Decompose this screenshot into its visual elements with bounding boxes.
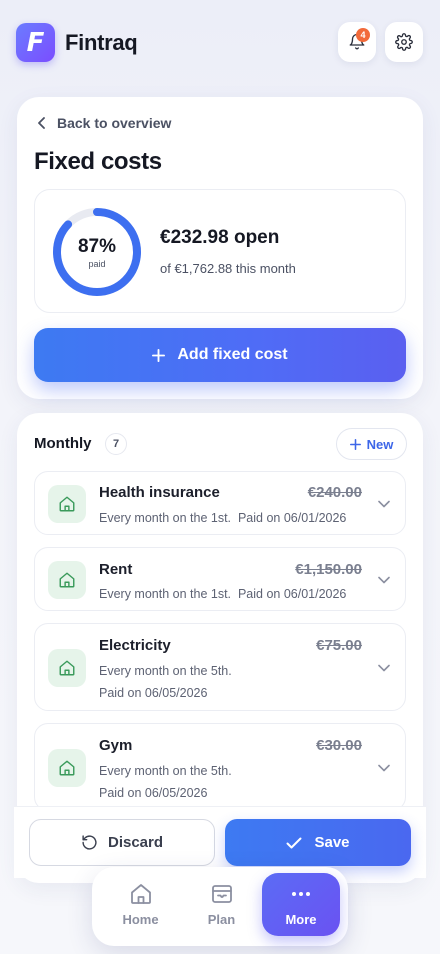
progress-ring-label: 87% paid xyxy=(51,206,143,298)
new-item-button[interactable]: New xyxy=(336,428,407,460)
undo-icon xyxy=(82,835,97,850)
item-count-badge: 7 xyxy=(105,433,127,455)
chevron-down-icon[interactable] xyxy=(378,500,390,508)
discard-button[interactable]: Discard xyxy=(29,819,215,866)
item-amount: €240.00 xyxy=(307,484,362,501)
nav-home[interactable]: Home xyxy=(102,873,179,936)
progress-percent: 87% xyxy=(77,235,117,257)
app-header: F Fintraq 4 xyxy=(0,0,440,86)
brand-name: Fintraq xyxy=(65,30,138,55)
home-category-icon xyxy=(48,561,86,599)
back-link[interactable]: Back to overview xyxy=(37,115,171,131)
section-title: Monthly xyxy=(34,435,92,452)
add-fixed-cost-label: Add fixed cost xyxy=(177,346,288,363)
discard-label: Discard xyxy=(107,834,164,851)
item-paid-date: Paid on 06/05/2026 xyxy=(99,686,208,700)
item-name: Electricity xyxy=(99,637,171,654)
new-item-label: New xyxy=(366,436,394,452)
home-icon xyxy=(130,884,151,904)
home-category-icon xyxy=(48,485,86,523)
fixed-costs-card: Back to overview Fixed costs 87% paid €2… xyxy=(17,97,423,399)
logo-letter: F xyxy=(26,27,45,58)
payment-summary: 87% paid €232.98 open of €1,762.88 this … xyxy=(34,189,406,313)
page-title: Fixed costs xyxy=(34,148,162,175)
chevron-down-icon[interactable] xyxy=(378,664,390,672)
save-button[interactable]: Save xyxy=(225,819,411,866)
chevron-left-icon xyxy=(38,117,45,129)
chevron-down-icon[interactable] xyxy=(378,764,390,772)
back-label: Back to overview xyxy=(57,115,172,131)
nav-more[interactable]: More xyxy=(262,873,340,936)
item-amount: €30.00 xyxy=(316,737,362,754)
list-item[interactable]: Health insurance €240.00 Every month on … xyxy=(34,471,406,535)
list-item[interactable]: Rent €1,150.00 Every month on the 1st. P… xyxy=(34,547,406,611)
plus-icon xyxy=(349,438,361,450)
home-category-icon xyxy=(48,649,86,687)
settings-button[interactable] xyxy=(385,22,423,62)
nav-more-label: More xyxy=(285,912,317,927)
more-dots-icon xyxy=(292,892,310,896)
item-name: Gym xyxy=(99,737,133,754)
bottom-navigation: Home Plan More xyxy=(92,867,348,946)
inbox-icon xyxy=(211,885,232,903)
home-category-icon xyxy=(48,749,86,787)
chevron-down-icon[interactable] xyxy=(378,576,390,584)
item-schedule: Every month on the 5th. xyxy=(99,664,232,678)
save-label: Save xyxy=(314,834,350,851)
progress-caption: paid xyxy=(88,258,106,269)
nav-plan[interactable]: Plan xyxy=(183,873,260,936)
gear-icon xyxy=(395,33,413,51)
monthly-total: of €1,762.88 this month xyxy=(160,261,296,276)
open-amount: €232.98 open xyxy=(160,227,280,248)
list-item[interactable]: Gym €30.00 Every month on the 5th. Paid … xyxy=(34,723,406,811)
item-amount: €1,150.00 xyxy=(295,561,362,578)
item-schedule: Every month on the 1st. Paid on 06/01/20… xyxy=(99,511,347,525)
nav-home-label: Home xyxy=(122,912,159,927)
item-schedule: Every month on the 1st. Paid on 06/01/20… xyxy=(99,587,347,601)
check-icon xyxy=(286,837,302,848)
notification-badge: 4 xyxy=(356,28,370,42)
list-item[interactable]: Electricity €75.00 Every month on the 5t… xyxy=(34,623,406,711)
notifications-button[interactable]: 4 xyxy=(338,22,376,62)
item-amount: €75.00 xyxy=(316,637,362,654)
add-fixed-cost-button[interactable]: Add fixed cost xyxy=(34,328,406,382)
item-name: Rent xyxy=(99,561,133,578)
plus-icon xyxy=(152,348,166,362)
nav-plan-label: Plan xyxy=(207,912,236,927)
item-schedule: Every month on the 5th. xyxy=(99,764,232,778)
app-logo: F xyxy=(16,23,55,62)
item-paid-date: Paid on 06/05/2026 xyxy=(99,786,208,800)
item-name: Health insurance xyxy=(99,484,220,501)
